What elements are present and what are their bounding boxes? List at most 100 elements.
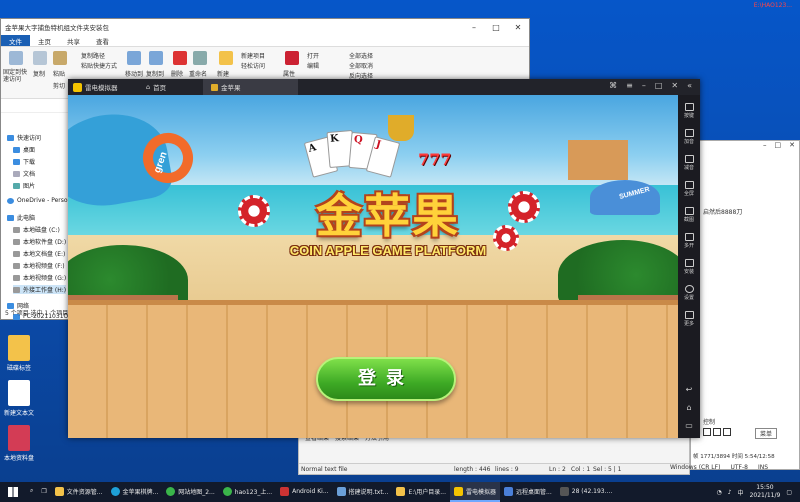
ime-icon[interactable]: 中 (738, 488, 744, 497)
home-icon[interactable]: ⌂ (678, 403, 700, 412)
nav-drive-c[interactable]: 本地磁盘 (C:) (13, 225, 60, 234)
maximize-icon[interactable]: □ (485, 23, 507, 32)
paste-shortcut-button[interactable]: 粘贴快捷方式 (81, 61, 117, 70)
collapse-icon[interactable]: « (687, 81, 692, 90)
stop-icon[interactable] (713, 428, 721, 436)
nav-drive-f[interactable]: 本地视频盘 (F:) (13, 261, 65, 270)
nav-quick-access[interactable]: 快速访问 (7, 133, 41, 142)
close-icon[interactable]: ✕ (507, 23, 529, 32)
desktop-icon-3[interactable]: 本地资料盘 (0, 425, 44, 462)
tab-game[interactable]: 金苹果 (203, 79, 298, 95)
nav-pictures[interactable]: 图片 (13, 181, 35, 190)
nav-drive-d[interactable]: 本地软件盘 (D:) (13, 237, 66, 246)
start-button[interactable] (0, 482, 26, 502)
paste-button[interactable]: 粘贴 (53, 69, 65, 78)
home-icon: ⌂ (146, 83, 151, 91)
tab-file[interactable]: 文件 (1, 35, 30, 46)
copy-button[interactable]: 复制 (33, 69, 45, 78)
nav-this-pc[interactable]: 此电脑 (7, 213, 35, 222)
nav-downloads[interactable]: 下载 (13, 157, 35, 166)
nav-drive-e[interactable]: 本地文档盘 (E:) (13, 249, 65, 258)
star-icon (7, 134, 14, 141)
desktop-icon-2[interactable]: 新建文本文 (0, 380, 44, 417)
new-folder-button[interactable]: 新建 (217, 69, 229, 78)
close-icon[interactable]: ✕ (789, 141, 795, 153)
nav-documents[interactable]: 文档 (13, 169, 35, 178)
pause-icon[interactable] (723, 428, 731, 436)
cut-button[interactable]: 剪切 (53, 81, 65, 90)
taskbar-app-user-dir[interactable]: E:\用户目录... (392, 482, 450, 502)
new-folder-icon (219, 51, 233, 65)
move-to-button[interactable]: 移动到 (125, 69, 143, 78)
game-screen[interactable]: gren SUMMER A K Q J 777 金苹果 COIN APPLE G… (68, 95, 678, 438)
window-controls: – □ ✕ (691, 141, 799, 153)
gamepad-icon[interactable]: ⌘ (609, 81, 617, 90)
login-button[interactable]: 登录 (316, 357, 456, 401)
maximize-icon[interactable]: □ (655, 81, 663, 90)
sidebar-fullscreen[interactable]: 全屏 (678, 181, 700, 197)
sidebar-volume-up[interactable]: 加音 (678, 129, 700, 145)
taskbar-app-edge[interactable]: 金苹果棋牌... (107, 482, 163, 502)
rename-button[interactable]: 重命名 (189, 69, 207, 78)
minimize-icon[interactable]: – (763, 141, 767, 153)
delete-button[interactable]: 删除 (171, 69, 183, 78)
taskbar-app-sitemap[interactable]: 网站地图_2... (162, 482, 219, 502)
new-item-button[interactable]: 新建项目 (241, 51, 265, 60)
sidebar-multi[interactable]: 多开 (678, 233, 700, 249)
taskbar-task-view[interactable]: ❐ (37, 482, 50, 502)
taskbar-app-remote[interactable]: 远程桌面管... (500, 482, 556, 502)
sidebar-more[interactable]: 更多 (678, 311, 700, 327)
sidebar-settings[interactable]: 设置 (678, 285, 700, 301)
nav-onedrive[interactable]: OneDrive - Perso (7, 197, 68, 204)
nav-drive-h[interactable]: 外接工作盘 (H:) (13, 285, 67, 294)
notification-icon[interactable]: ▢ (786, 489, 792, 496)
taskbar-search[interactable]: ⌕ (26, 482, 37, 502)
edit-button[interactable]: 编辑 (307, 61, 319, 70)
taskbar-app-explorer[interactable]: 文件资源管... (51, 482, 107, 502)
network-icon[interactable]: ◔ (716, 489, 721, 496)
tab-share[interactable]: 共享 (59, 35, 88, 46)
play-icon[interactable] (703, 428, 711, 436)
select-all-button[interactable]: 全部选择 (349, 51, 373, 60)
pin-button[interactable]: 固定到快速访问 (3, 69, 29, 83)
close-icon[interactable]: ✕ (671, 81, 678, 90)
select-none-button[interactable]: 全部取消 (349, 61, 373, 70)
emulator-window[interactable]: 雷电模拟器 ⌂ 首页 金苹果 ⌘ ≡ – □ ✕ « gren SUMMER A… (68, 79, 700, 438)
nav-desktop[interactable]: 桌面 (13, 145, 35, 154)
minimize-icon[interactable]: – (642, 81, 646, 90)
sidebar-install[interactable]: 安装 (678, 259, 700, 275)
open-button[interactable]: 打开 (307, 51, 319, 60)
taskbar-app-notes[interactable]: 搭建说明.txt... (333, 482, 393, 502)
playback-controls (703, 428, 731, 436)
minimize-icon[interactable]: – (463, 23, 485, 32)
taskbar-app-player[interactable]: 28 (42.193.... (556, 482, 617, 502)
tab-home[interactable]: 主页 (30, 35, 59, 46)
lightning-icon (73, 82, 82, 92)
clock[interactable]: 15:50 2021/11/9 (750, 484, 781, 500)
lines: lines : 9 (495, 466, 519, 473)
maximize-icon[interactable]: □ (775, 141, 782, 153)
taskbar-app-emulator[interactable]: 雷电模拟器 (450, 482, 501, 502)
volume-icon[interactable]: ♪ (728, 489, 732, 496)
properties-button[interactable]: 属性 (283, 69, 295, 78)
emulator-titlebar[interactable]: 雷电模拟器 ⌂ 首页 金苹果 ⌘ ≡ – □ ✕ « (68, 79, 700, 95)
menu-icon[interactable]: ≡ (626, 81, 633, 90)
easy-access-button[interactable]: 轻松访问 (241, 61, 265, 70)
media-player-window[interactable]: – □ ✕ 启然后8888刀 控制 菜单 帧 1771/3894 时间 5:54… (690, 140, 800, 470)
apk-icon (684, 259, 694, 267)
nav-drive-g[interactable]: 本地视频盘 (G:) (13, 273, 66, 282)
taskbar-app-hao123[interactable]: hao123_上... (219, 482, 276, 502)
sidebar-volume-down[interactable]: 减音 (678, 155, 700, 171)
recent-apps-icon[interactable]: ▭ (678, 421, 700, 430)
desktop-icon-1[interactable]: 磁碟标签 (0, 335, 44, 372)
sidebar-screenshot[interactable]: 截图 (678, 207, 700, 223)
copy-path-button[interactable]: 复制路径 (81, 51, 105, 60)
tab-home[interactable]: ⌂ 首页 (138, 79, 203, 95)
explorer-titlebar[interactable]: 金苹果大字捕鱼特机组文件夹安装包 – □ ✕ (1, 19, 529, 35)
menu-button[interactable]: 菜单 (755, 428, 778, 439)
tab-view[interactable]: 查看 (88, 35, 117, 46)
sidebar-keymap[interactable]: 按键 (678, 103, 700, 119)
taskbar-app-android-kit[interactable]: Android Ki... (276, 482, 332, 502)
back-icon[interactable]: ↩ (678, 385, 700, 394)
copy-to-button[interactable]: 复制到 (146, 69, 164, 78)
